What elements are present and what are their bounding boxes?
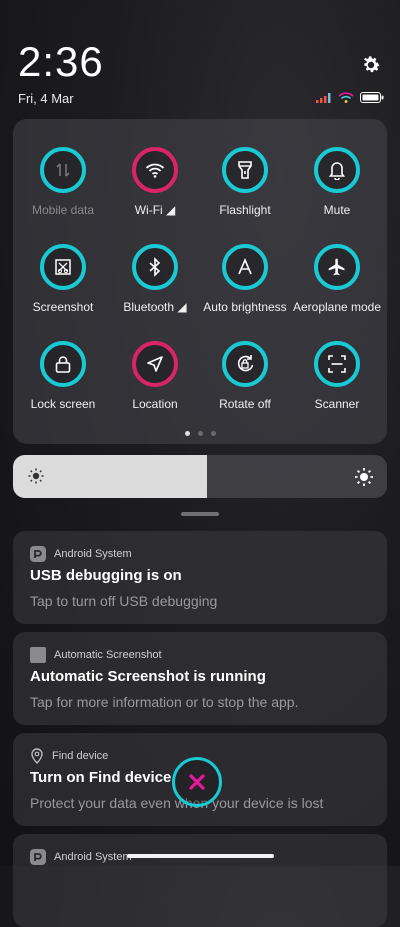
bell-icon xyxy=(314,147,360,193)
tile-mobile-data[interactable]: Mobile data xyxy=(17,147,109,217)
bluetooth-icon xyxy=(132,244,178,290)
tile-label: Mute xyxy=(323,203,351,217)
tile-location[interactable]: Location xyxy=(109,341,201,411)
brightness-slider[interactable] xyxy=(13,455,387,498)
notification-header: Android System xyxy=(30,546,132,562)
brightness-high-icon xyxy=(354,467,374,492)
notification-header: Find device xyxy=(30,748,108,764)
notification-text: Tap for more information or to stop the … xyxy=(30,694,299,710)
tile-label: Wi-Fi ◢ xyxy=(134,203,176,217)
tile-screenshot[interactable]: Screenshot xyxy=(17,244,109,314)
battery-icon xyxy=(360,92,384,103)
page-dot xyxy=(197,431,203,436)
notification-app-name: Android System xyxy=(54,851,132,863)
notification-app-name: Automatic Screenshot xyxy=(54,649,162,661)
date: Fri, 4 Mar xyxy=(18,91,74,106)
screenshot-icon xyxy=(40,244,86,290)
tile-bluetooth[interactable]: Bluetooth ◢ xyxy=(109,244,201,314)
tile-lock-screen[interactable]: Lock screen xyxy=(17,341,109,411)
tile-label: Screenshot xyxy=(32,300,94,314)
auto-brightness-icon xyxy=(222,244,268,290)
tile-aeroplane-mode[interactable]: Aeroplane mode xyxy=(291,244,383,314)
status-icons xyxy=(316,92,384,103)
brightness-low-icon xyxy=(27,467,45,490)
quick-settings-panel: Mobile data Wi-Fi ◢ Flashlight Mute Scre… xyxy=(13,119,387,444)
notification-app-name: Find device xyxy=(52,750,109,762)
notification-usb-debugging[interactable]: Android System USB debugging is on Tap t… xyxy=(13,531,387,624)
mobile-data-icon xyxy=(40,147,86,193)
app-square-icon xyxy=(30,647,46,663)
settings-gear-icon[interactable] xyxy=(360,54,382,76)
page-dot xyxy=(210,431,216,436)
tile-label: Rotate off xyxy=(219,397,271,411)
notification-header: Automatic Screenshot xyxy=(30,647,162,663)
clock: 2:36 xyxy=(18,38,104,85)
find-device-pin-icon xyxy=(31,748,43,764)
flashlight-icon xyxy=(222,147,268,193)
notification-automatic-screenshot[interactable]: Automatic Screenshot Automatic Screensho… xyxy=(13,632,387,725)
android-system-icon xyxy=(30,546,46,562)
rotate-lock-icon xyxy=(222,341,268,387)
tile-rotate-off[interactable]: Rotate off xyxy=(199,341,291,411)
notification-app-name: Android System xyxy=(54,548,132,560)
android-system-icon xyxy=(30,849,46,865)
close-x-icon xyxy=(189,774,205,790)
home-indicator[interactable] xyxy=(127,854,274,858)
tile-label: Location xyxy=(132,397,178,411)
lock-icon xyxy=(40,341,86,387)
scanner-icon xyxy=(314,341,360,387)
location-icon xyxy=(132,341,178,387)
tile-flashlight[interactable]: Flashlight xyxy=(199,147,291,217)
tile-label: Bluetooth ◢ xyxy=(123,300,187,314)
tile-label: Mobile data xyxy=(31,203,95,217)
page-dot xyxy=(184,431,190,436)
tile-wifi[interactable]: Wi-Fi ◢ xyxy=(109,147,201,217)
tile-label: Auto brightness xyxy=(203,300,287,314)
page-indicator xyxy=(13,431,387,436)
tile-label: Scanner xyxy=(314,397,360,411)
tile-label: Flashlight xyxy=(219,203,271,217)
tile-auto-brightness[interactable]: Auto brightness xyxy=(199,244,291,314)
aeroplane-icon xyxy=(314,244,360,290)
tile-label: Lock screen xyxy=(30,397,96,411)
wifi-icon xyxy=(132,147,178,193)
tile-label: Aeroplane mode xyxy=(292,300,382,314)
wifi-status-icon xyxy=(338,92,354,103)
notification-title: Turn on Find device xyxy=(30,769,172,786)
notification-text: Tap to turn off USB debugging xyxy=(30,593,218,609)
drag-handle[interactable] xyxy=(181,512,219,516)
tile-scanner[interactable]: Scanner xyxy=(291,341,383,411)
notification-header: Android System xyxy=(30,849,132,865)
floating-close-button[interactable] xyxy=(172,757,222,807)
notification-android-system[interactable]: Android System xyxy=(13,834,387,927)
signal-icon xyxy=(316,92,331,103)
notification-title: Automatic Screenshot is running xyxy=(30,668,266,685)
notification-title: USB debugging is on xyxy=(30,567,182,584)
tile-mute[interactable]: Mute xyxy=(291,147,383,217)
